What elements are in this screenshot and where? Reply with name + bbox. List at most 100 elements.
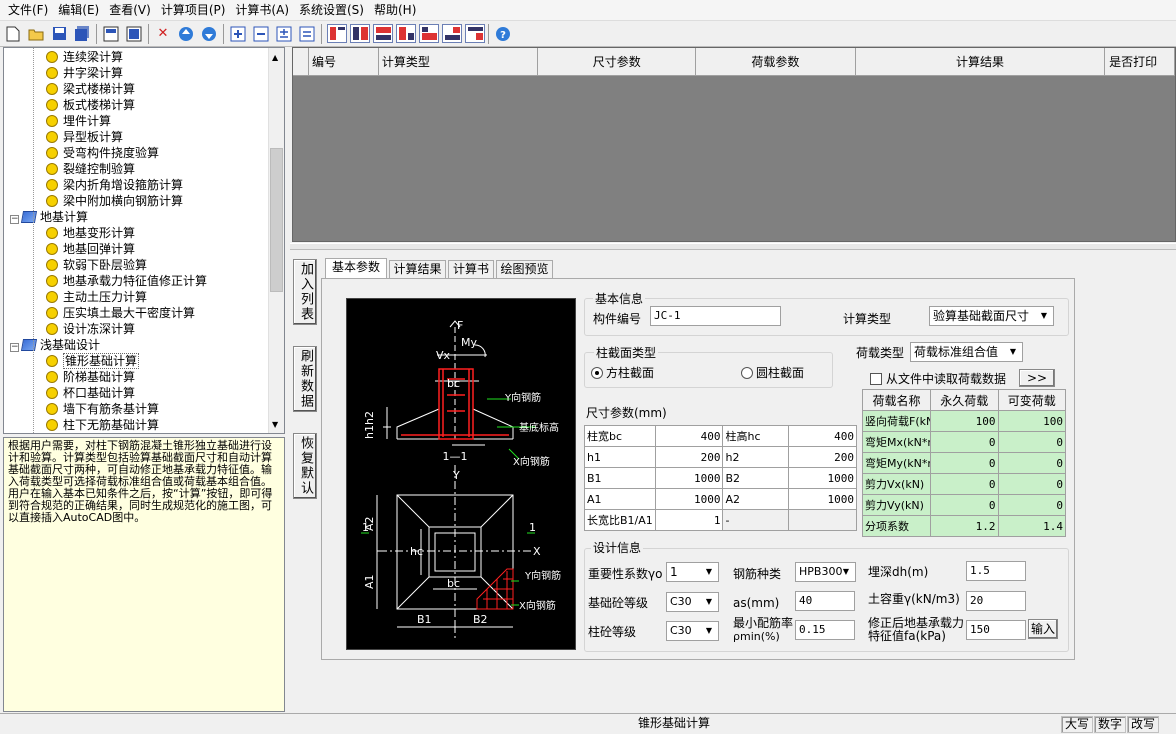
tree-item[interactable]: 柱下无筋基础计算 [46, 417, 159, 433]
scroll-down-icon[interactable]: ▼ [272, 420, 278, 429]
tree-item[interactable]: 软弱下卧层验算 [46, 257, 147, 273]
menu-settings[interactable]: 系统设置(S) [294, 0, 369, 21]
layout-view-3-icon[interactable] [373, 24, 393, 43]
concrete-grade-select[interactable]: C30 ▼ [666, 592, 719, 612]
expand-icon[interactable] [229, 25, 247, 43]
tree-item[interactable]: 地基变形计算 [46, 225, 135, 241]
depth-input[interactable]: 1.5 [966, 561, 1026, 581]
layout-view-7-icon[interactable] [465, 24, 485, 43]
dims-value-cell[interactable]: 1 [654, 509, 724, 531]
layout-view-6-icon[interactable] [442, 24, 462, 43]
collapse-all-icon[interactable] [298, 25, 316, 43]
menu-report[interactable]: 计算书(A) [230, 0, 294, 21]
layout-view-5-icon[interactable] [419, 24, 439, 43]
menu-project[interactable]: 计算项目(P) [156, 0, 231, 21]
loads-value-cell[interactable]: 0 [930, 452, 999, 474]
load-type-select[interactable]: 荷载标准组合值 ▼ [910, 342, 1023, 362]
tree-item[interactable]: 墙下有筋条基计算 [46, 401, 159, 417]
tree-item[interactable]: 锥形基础计算 [46, 353, 140, 369]
bearing-capacity-input[interactable]: 150 [966, 620, 1026, 640]
tree-item[interactable]: 受弯构件挠度验算 [46, 145, 159, 161]
dims-value-cell[interactable]: 1000 [654, 467, 724, 489]
col-result[interactable]: 计算结果 [855, 48, 1106, 76]
dims-value-cell[interactable]: 400 [654, 425, 724, 447]
loads-value-cell[interactable]: 1.4 [997, 515, 1066, 537]
tree-item[interactable]: 埋件计算 [46, 113, 111, 129]
collapse-icon[interactable] [252, 25, 270, 43]
tree-scroll-thumb[interactable] [270, 148, 283, 292]
loads-value-cell[interactable]: 0 [997, 494, 1066, 516]
soil-weight-input[interactable]: 20 [966, 591, 1026, 611]
loads-value-cell[interactable]: 0 [930, 494, 999, 516]
dims-value-cell[interactable]: 200 [654, 446, 724, 468]
col-size-params[interactable]: 尺寸参数 [538, 48, 697, 76]
col-calc-type[interactable]: 计算类型 [378, 48, 539, 76]
tree-item[interactable]: 地基回弹计算 [46, 241, 135, 257]
dims-value-cell[interactable] [788, 509, 857, 531]
move-up-icon[interactable] [177, 25, 195, 43]
as-input[interactable]: 40 [795, 591, 855, 611]
layout-view-4-icon[interactable] [396, 24, 416, 43]
tree-item[interactable]: 异型板计算 [46, 129, 123, 145]
round-section-radio[interactable] [741, 367, 753, 379]
col-print[interactable]: 是否打印 [1105, 48, 1175, 76]
col-id[interactable]: 编号 [308, 48, 379, 76]
layout-view-1-icon[interactable] [327, 24, 347, 43]
dims-value-cell[interactable]: 1000 [788, 488, 857, 510]
column-concrete-select[interactable]: C30 ▼ [666, 621, 719, 641]
report-icon[interactable] [125, 25, 143, 43]
loads-value-cell[interactable]: 0 [997, 473, 1066, 495]
tab-basic-params[interactable]: 基本参数 [325, 258, 387, 279]
tree-group[interactable]: − 浅基础设计 [10, 337, 100, 353]
square-section-radio[interactable] [591, 367, 603, 379]
tree-group[interactable]: − 地基计算 [10, 209, 88, 225]
collapse-toggle-icon[interactable]: − [10, 215, 19, 224]
dims-value-cell[interactable]: 1000 [654, 488, 724, 510]
menu-edit[interactable]: 编辑(E) [53, 0, 104, 21]
importance-select[interactable]: 1 ▼ [666, 562, 719, 582]
calc-type-select[interactable]: 验算基础截面尺寸 ▼ [929, 306, 1054, 326]
min-rebar-ratio-input[interactable]: 0.15 [795, 620, 855, 640]
delete-icon[interactable]: ✕ [154, 25, 172, 43]
tree-item[interactable]: 杯口基础计算 [46, 385, 135, 401]
tree-item[interactable]: 地基承载力特征值修正计算 [46, 273, 207, 289]
help-icon[interactable]: ? [494, 25, 512, 43]
loads-value-cell[interactable]: 100 [997, 410, 1066, 432]
tree-item[interactable]: 阶梯基础计算 [46, 369, 135, 385]
save-all-icon[interactable] [73, 25, 91, 43]
save-icon[interactable] [50, 25, 68, 43]
menu-help[interactable]: 帮助(H) [369, 0, 421, 21]
calc-list-grid[interactable]: 编号 计算类型 尺寸参数 荷载参数 计算结果 是否打印 [292, 47, 1176, 242]
tree-item[interactable]: 设计冻深计算 [46, 321, 135, 337]
loads-value-cell[interactable]: 0 [930, 431, 999, 453]
load-file-button[interactable]: >> [1019, 369, 1055, 387]
tab-calc-results[interactable]: 计算结果 [389, 260, 446, 278]
dims-value-cell[interactable]: 400 [788, 425, 857, 447]
loads-value-cell[interactable]: 0 [997, 431, 1066, 453]
tree-item[interactable]: 梁中附加横向钢筋计算 [46, 193, 183, 209]
refresh-data-button[interactable]: 刷新数据 [293, 346, 317, 412]
open-folder-icon[interactable] [27, 25, 45, 43]
layout-view-2-icon[interactable] [350, 24, 370, 43]
horizontal-splitter[interactable] [290, 243, 1176, 250]
scroll-up-icon[interactable]: ▲ [272, 53, 278, 62]
tree-item[interactable]: 梁式楼梯计算 [46, 81, 135, 97]
menu-file[interactable]: 文件(F) [3, 0, 53, 21]
tree-item[interactable]: 连续梁计算 [46, 49, 123, 65]
collapse-toggle-icon[interactable]: − [10, 343, 19, 352]
menu-view[interactable]: 查看(V) [104, 0, 156, 21]
loads-value-cell[interactable]: 0 [997, 452, 1066, 474]
col-load-params[interactable]: 荷载参数 [696, 48, 856, 76]
calc-sheet-icon[interactable] [102, 25, 120, 43]
tree-item[interactable]: 井字梁计算 [46, 65, 123, 81]
expand-all-icon[interactable] [275, 25, 293, 43]
loads-value-cell[interactable]: 0 [930, 473, 999, 495]
restore-default-button[interactable]: 恢复默认 [293, 433, 317, 499]
add-to-list-button[interactable]: 加入列表 [293, 259, 317, 325]
tree-item[interactable]: 裂缝控制验算 [46, 161, 135, 177]
loads-value-cell[interactable]: 1.2 [930, 515, 999, 537]
member-id-input[interactable]: JC-1 [650, 306, 781, 326]
tab-calc-report[interactable]: 计算书 [448, 260, 494, 278]
dims-value-cell[interactable]: 1000 [788, 467, 857, 489]
input-button[interactable]: 输入 [1028, 619, 1058, 639]
